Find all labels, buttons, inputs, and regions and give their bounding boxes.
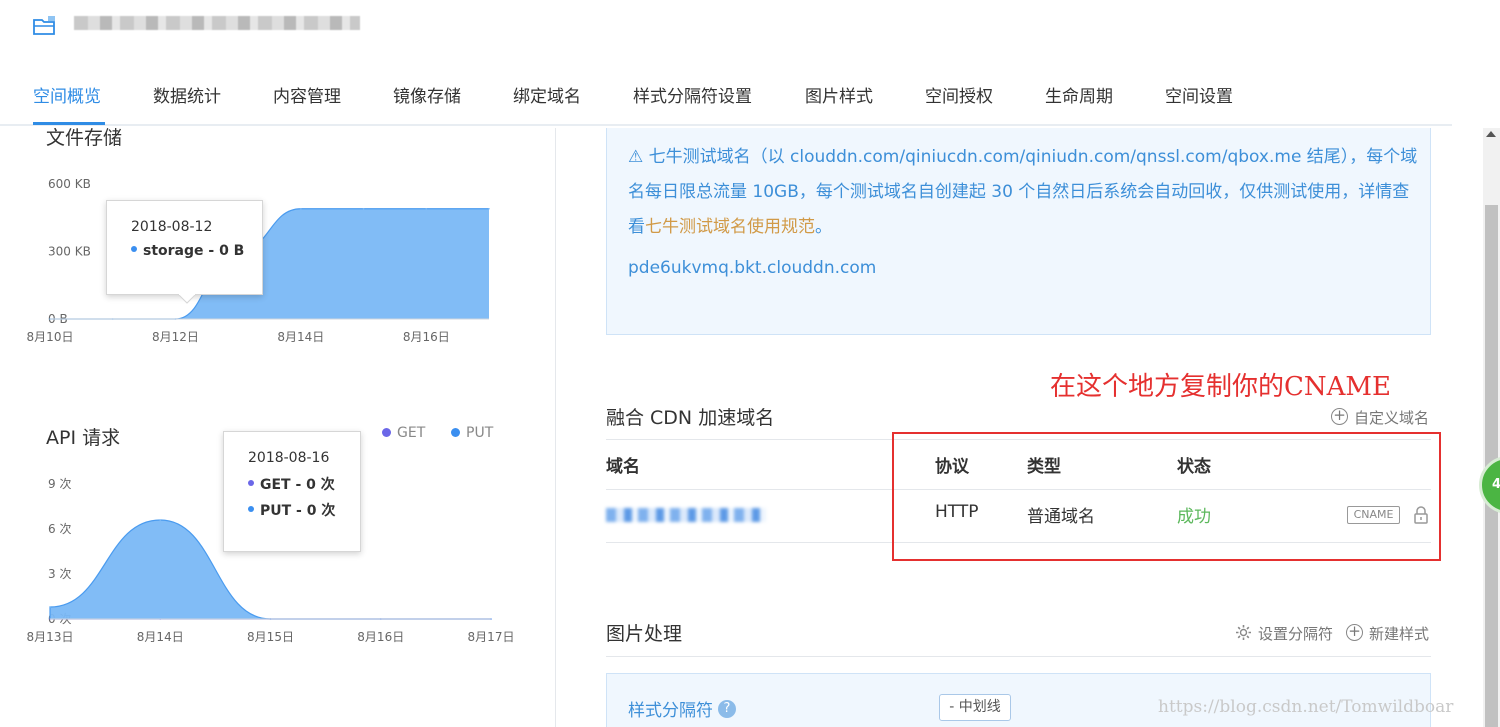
y-tick-label: 6 次 <box>48 522 71 536</box>
x-tick-label: 8月13日 <box>27 630 74 644</box>
test-domain-value[interactable]: pde6ukvmq.bkt.clouddn.com <box>628 258 876 278</box>
new-style-label: 新建样式 <box>1369 625 1430 643</box>
data-point <box>159 519 162 521</box>
api-tooltip: 2018-08-16 GET - 0 次 PUT - 0 次 <box>223 431 361 552</box>
red-annotation-text: 在这个地方复制你的CNAME <box>1050 372 1392 402</box>
y-tick-label: 9 次 <box>48 477 71 491</box>
csdn-watermark: https://blog.csdn.net/Tomwildboar <box>1158 697 1454 717</box>
plus-circle-icon: + <box>1331 408 1348 425</box>
tooltip-put-row: PUT - 0 次 <box>248 500 360 520</box>
image-section-border <box>606 656 1431 657</box>
cdn-domain-redacted[interactable] <box>606 508 766 522</box>
separator-label: 样式分隔符? <box>628 696 736 721</box>
new-style-button[interactable]: + 新建样式 <box>1346 623 1429 644</box>
cdn-section-title: 融合 CDN 加速域名 <box>606 407 775 429</box>
get-dot-icon <box>248 480 254 486</box>
red-highlight-box <box>892 432 1441 561</box>
notice-text: ⚠ 七牛测试域名（以 clouddn.com/qiniucdn.com/qini… <box>628 140 1418 245</box>
custom-domain-label: 自定义域名 <box>1354 409 1430 427</box>
set-separator-label: 设置分隔符 <box>1258 625 1334 643</box>
put-dot-icon <box>248 506 254 512</box>
tab-lifecycle[interactable]: 生命周期 <box>1045 82 1113 107</box>
column-header-domain: 域名 <box>606 457 640 477</box>
tooltip-put-value: PUT - 0 次 <box>260 503 336 519</box>
x-tick-label: 8月14日 <box>137 630 184 644</box>
separator-chip[interactable]: - 中划线 <box>939 694 1011 721</box>
scroll-up-arrow-icon[interactable] <box>1486 131 1496 137</box>
help-icon[interactable]: ? <box>718 700 736 718</box>
api-chart: 0 次3 次6 次9 次8月13日8月14日8月15日8月16日8月17日 <box>27 477 515 644</box>
notice-policy-link[interactable]: 七牛测试域名使用规范 <box>645 217 815 237</box>
column-divider <box>555 128 556 727</box>
x-tick-label: 8月15日 <box>247 630 294 644</box>
tab-image-style[interactable]: 图片样式 <box>805 82 873 107</box>
image-processing-title: 图片处理 <box>606 623 683 645</box>
gear-icon <box>1236 625 1251 640</box>
tooltip-get-value: GET - 0 次 <box>260 477 335 493</box>
x-tick-label: 8月16日 <box>357 630 404 644</box>
tooltip-date: 2018-08-16 <box>248 450 330 466</box>
tab-space-settings[interactable]: 空间设置 <box>1165 82 1233 107</box>
custom-domain-button[interactable]: + 自定义域名 <box>1331 407 1429 428</box>
tab-space-authorization[interactable]: 空间授权 <box>925 82 993 107</box>
tooltip-get-row: GET - 0 次 <box>248 474 360 494</box>
test-domain-notice: ⚠ 七牛测试域名（以 clouddn.com/qiniucdn.com/qini… <box>606 128 1431 335</box>
y-tick-label: 3 次 <box>48 567 71 581</box>
plus-circle-icon: + <box>1346 624 1363 641</box>
tab-separator-settings[interactable]: 样式分隔符设置 <box>633 82 752 107</box>
data-point <box>49 606 51 608</box>
separator-label-text: 样式分隔符 <box>628 701 713 721</box>
set-separator-button[interactable]: 设置分隔符 <box>1235 623 1333 644</box>
notice-tail: 。 <box>815 217 832 237</box>
x-tick-label: 8月17日 <box>468 630 515 644</box>
